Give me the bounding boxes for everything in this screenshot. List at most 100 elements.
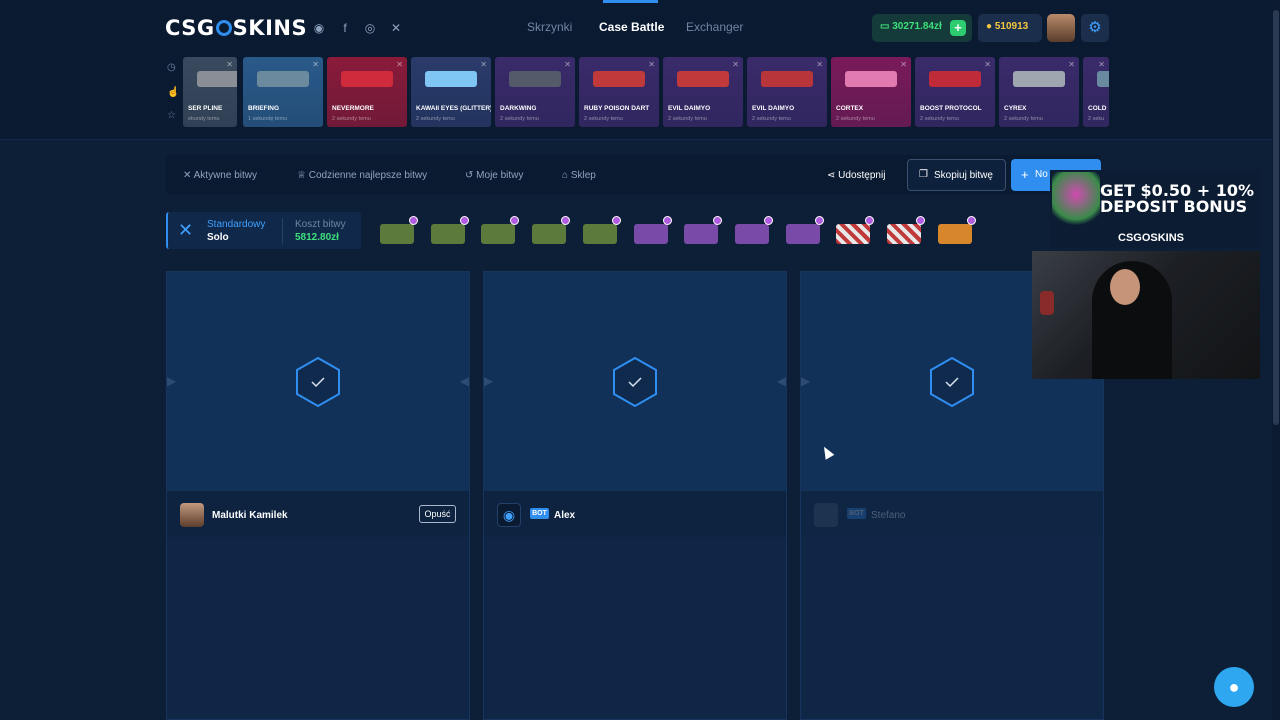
close-icon[interactable]: ✕	[648, 60, 655, 69]
arrow-right-icon: ▶	[484, 374, 494, 388]
drop-item[interactable]: NEVERMORE 2 sekundy temu ✕	[327, 57, 407, 127]
drop-item[interactable]: EVIL DAIMYO 2 sekundy temu ✕	[663, 57, 743, 127]
arrow-left-icon: ◀	[776, 374, 786, 388]
deposit-button[interactable]: +	[950, 20, 966, 36]
drop-item[interactable]: KAWAII EYES (GLITTER) 2 sekundy temu ✕	[411, 57, 491, 127]
nav-case-battle[interactable]: Case Battle	[599, 20, 664, 34]
case-badge	[459, 216, 469, 225]
drop-time: 2 sekundy temu	[920, 116, 959, 122]
close-icon[interactable]: ✕	[816, 60, 823, 69]
close-icon[interactable]: ✕	[226, 60, 233, 69]
tab-active-battles[interactable]: ✕ Aktywne bitwy	[183, 170, 257, 181]
close-icon[interactable]: ✕	[564, 60, 571, 69]
close-icon[interactable]: ✕	[900, 60, 907, 69]
case-item[interactable]	[682, 216, 723, 246]
wallet-icon: ▭	[880, 21, 890, 32]
case-item[interactable]	[479, 216, 520, 246]
avatar	[180, 503, 204, 527]
facebook-icon[interactable]: f	[337, 20, 353, 36]
drop-name: KAWAII EYES (GLITTER)	[416, 105, 491, 112]
case-badge	[865, 216, 875, 225]
webcam-overlay	[1032, 251, 1260, 379]
close-icon[interactable]: ✕	[984, 60, 991, 69]
player-name: Alex	[554, 510, 576, 521]
clock-icon[interactable]: ◷	[167, 62, 179, 74]
chat-bubble-icon[interactable]: ●	[1214, 667, 1254, 707]
drop-item[interactable]: CYREX 2 sekundy temu ✕	[999, 57, 1079, 127]
copy-battle-button[interactable]: ❐ Skopiuj bitwę	[907, 159, 1006, 191]
logo[interactable]: CSG SKINS	[165, 16, 307, 40]
promo-brand: CSGOSKINS	[1118, 232, 1185, 244]
tab-daily-best[interactable]: ♕ Codzienne najlepsze bitwy	[297, 170, 427, 181]
thumb-icon[interactable]: ☝	[167, 87, 179, 99]
share-icon: ⋖	[827, 170, 836, 181]
user-avatar[interactable]	[1047, 14, 1075, 42]
case-badge	[561, 216, 571, 225]
share-button[interactable]: ⋖ Udostępnij	[827, 170, 885, 181]
instagram-icon[interactable]: ◎	[362, 20, 378, 36]
case-badge	[713, 216, 723, 225]
close-icon[interactable]: ✕	[480, 60, 487, 69]
close-icon[interactable]: ✕	[312, 60, 319, 69]
player-slot-1: ▶ ◀ Malutki Kamilek Opuść	[166, 271, 470, 720]
case-item[interactable]	[530, 216, 571, 246]
leave-button[interactable]: Opuść	[419, 505, 456, 523]
scrollbar-thumb[interactable]	[1273, 10, 1279, 425]
tab-shop[interactable]: ⌂ Sklep	[562, 170, 596, 181]
skin-image	[845, 71, 897, 87]
case-image	[684, 224, 719, 244]
case-badge	[510, 216, 520, 225]
drop-time: 2 sekundy temu	[752, 116, 791, 122]
drop-item[interactable]: EVIL DAIMYO 2 sekundy temu ✕	[747, 57, 827, 127]
x-icon[interactable]: ✕	[388, 20, 404, 36]
case-item[interactable]	[784, 216, 824, 246]
skin-image	[509, 71, 561, 87]
drop-item[interactable]: BOOST PROTOCOL 2 sekundy temu ✕	[915, 57, 995, 127]
drop-time: 2 seku	[1088, 116, 1105, 122]
drop-item[interactable]: SER PLINE ekundy temu ✕	[183, 57, 237, 127]
nav-exchanger[interactable]: Exchanger	[686, 20, 743, 34]
tab-my-battles[interactable]: ↺ Moje bitwy	[465, 170, 523, 181]
drop-item[interactable]: BRIEFING 1 sekundę temu ✕	[243, 57, 323, 127]
promo-headline: GET $0.50 + 10% DEPOSIT BONUS	[1100, 181, 1254, 216]
drop-item[interactable]: DARKWING 2 sekundy temu ✕	[495, 57, 575, 127]
case-item[interactable]	[632, 216, 672, 246]
case-badge	[662, 216, 672, 225]
coin-icon: ●	[986, 21, 993, 32]
player-bar: Malutki Kamilek Opuść	[167, 491, 469, 537]
player-bar: BOT Stefano	[801, 491, 1103, 537]
case-badge	[966, 216, 976, 225]
case-item[interactable]	[936, 216, 976, 246]
case-item[interactable]	[581, 216, 621, 246]
star-icon[interactable]: ☆	[167, 110, 179, 122]
balance-display[interactable]: ▭ 30271.84zł +	[872, 14, 972, 42]
player-bar: ◉ BOT Alex	[484, 491, 786, 537]
close-icon[interactable]: ✕	[1098, 60, 1105, 69]
drop-name: EVIL DAIMYO	[752, 105, 795, 112]
drop-item[interactable]: COLD 2 seku ✕	[1083, 57, 1109, 127]
case-item[interactable]	[378, 216, 418, 246]
coins-display[interactable]: ● 510913	[978, 14, 1042, 42]
skin-image	[761, 71, 813, 87]
close-icon[interactable]: ✕	[732, 60, 739, 69]
drop-item[interactable]: CORTEX 2 sekundy temu ✕	[831, 57, 911, 127]
discord-icon[interactable]: ◉	[311, 20, 327, 36]
drop-item[interactable]: RUBY POISON DART 2 sekundy temu ✕	[579, 57, 659, 127]
player-name: Malutki Kamilek	[212, 510, 288, 521]
trophy-icon: ♕	[297, 170, 306, 181]
gear-icon[interactable]: ⚙	[1081, 14, 1109, 42]
drop-time: ekundy temu	[188, 116, 220, 122]
case-image	[785, 224, 820, 244]
drop-time: 1 sekundę temu	[248, 116, 288, 122]
case-item[interactable]	[733, 216, 773, 246]
case-item[interactable]	[834, 216, 875, 246]
case-item[interactable]	[885, 216, 925, 246]
bot-avatar-icon: ◉	[497, 503, 521, 527]
case-item[interactable]	[429, 216, 469, 246]
case-image	[481, 224, 516, 244]
close-icon[interactable]: ✕	[396, 60, 403, 69]
case-image	[633, 224, 668, 244]
copy-icon: ❐	[919, 169, 928, 180]
nav-skrzynki[interactable]: Skrzynki	[527, 20, 572, 34]
close-icon[interactable]: ✕	[1068, 60, 1075, 69]
